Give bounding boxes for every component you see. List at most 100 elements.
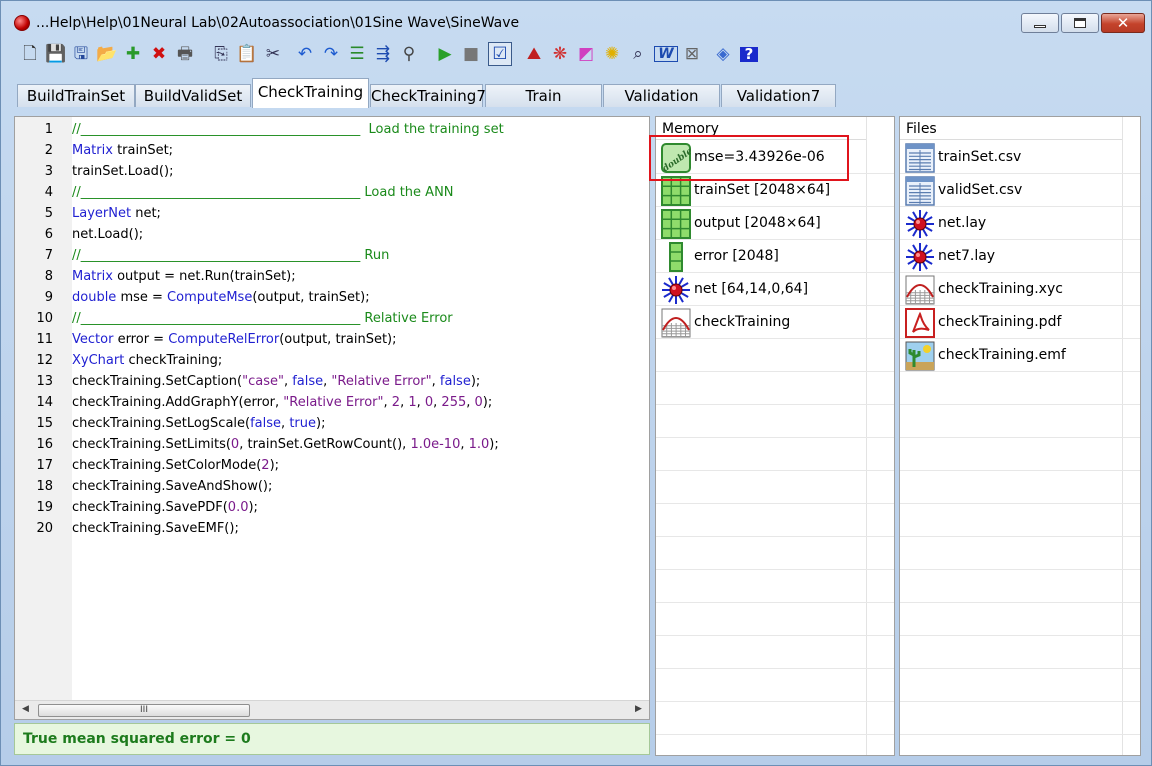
save-icon: 💾: [45, 43, 67, 64]
copy-button[interactable]: ⎘: [209, 42, 233, 66]
code-line[interactable]: checkTraining.SavePDF(0.0);: [72, 500, 258, 515]
close-doc-button[interactable]: ⊠: [680, 42, 704, 66]
code-token: LayerNet: [72, 206, 132, 221]
empty-row: [656, 669, 894, 702]
word-button[interactable]: W: [654, 42, 678, 66]
add-button[interactable]: ✚: [121, 42, 145, 66]
memory-item[interactable]: error [2048]: [656, 240, 894, 273]
tab-validation[interactable]: Validation: [603, 84, 720, 107]
code-line[interactable]: //______________________________________…: [72, 311, 453, 326]
scroll-right-icon[interactable]: ▶: [635, 704, 642, 714]
scroll-left-icon[interactable]: ◀: [22, 704, 29, 714]
rainbow-button[interactable]: ◩: [574, 42, 598, 66]
file-item[interactable]: validSet.csv: [900, 174, 1140, 207]
tab-buildvalidset[interactable]: BuildValidSet: [135, 84, 251, 107]
lightbulb-button[interactable]: ✺: [600, 42, 624, 66]
help-icon: ?: [739, 46, 759, 62]
delete-button[interactable]: ✖: [147, 42, 171, 66]
tab-train[interactable]: Train: [485, 84, 602, 107]
vector-icon: [661, 242, 691, 272]
code-line[interactable]: checkTraining.SetColorMode(2);: [72, 458, 279, 473]
code-line[interactable]: checkTraining.SaveAndShow();: [72, 479, 272, 494]
code-line[interactable]: checkTraining.SetLimits(0, trainSet.GetR…: [72, 437, 499, 452]
files-panel[interactable]: Files trainSet.csv validSet.csv net.lay net…: [899, 116, 1141, 756]
code-line[interactable]: Matrix trainSet;: [72, 143, 173, 158]
tab-checktraining7[interactable]: CheckTraining7: [370, 84, 486, 107]
format-icon: ☰: [349, 43, 365, 64]
book-button[interactable]: ◈: [711, 42, 735, 66]
code-token: );: [489, 437, 499, 452]
palette-button[interactable]: ❋: [548, 42, 572, 66]
file-item[interactable]: net.lay: [900, 207, 1140, 240]
paste-button[interactable]: 📋: [235, 42, 259, 66]
code-line[interactable]: LayerNet net;: [72, 206, 161, 221]
title-bar[interactable]: ...Help\Help\01Neural Lab\02Autoassociat…: [1, 1, 1151, 41]
highlight-box: [649, 135, 849, 181]
stop-button[interactable]: ■: [459, 42, 483, 66]
file-item[interactable]: net7.lay: [900, 240, 1140, 273]
item-label: output [2048×64]: [694, 215, 821, 231]
code-line[interactable]: checkTraining.SetCaption("case", false, …: [72, 374, 480, 389]
code-token: XyChart: [72, 353, 125, 368]
file-item[interactable]: checkTraining.xyc: [900, 273, 1140, 306]
code-line[interactable]: //______________________________________…: [72, 122, 504, 137]
format-button[interactable]: ☰: [345, 42, 369, 66]
code-line[interactable]: //______________________________________…: [72, 248, 389, 263]
code-editor[interactable]: 1 2 3 4 5 6 7 8 9 10 11 12 13 14 15 16 17 18 19 20 //______…: [14, 116, 650, 720]
item-label: trainSet.csv: [938, 149, 1022, 165]
chart-button[interactable]: ⛰: [522, 42, 546, 66]
file-item[interactable]: checkTraining.pdf: [900, 306, 1140, 339]
memory-panel[interactable]: Memory double mse=3.43926e-06 trainSet [20…: [655, 116, 895, 756]
code-line[interactable]: checkTraining.SetLogScale(false, true);: [72, 416, 325, 431]
preview-button[interactable]: ⌕: [626, 42, 650, 66]
rainbow-icon: ◩: [577, 43, 595, 64]
code-line[interactable]: Vector error = ComputeRelError(output, t…: [72, 332, 397, 347]
close-button[interactable]: ✕: [1101, 13, 1145, 33]
code-line[interactable]: checkTraining.SaveEMF();: [72, 521, 239, 536]
file-item[interactable]: trainSet.csv: [900, 141, 1140, 174]
code-line[interactable]: double mse = ComputeMse(output, trainSet…: [72, 290, 370, 305]
code-token: ,: [283, 374, 293, 389]
memory-item[interactable]: output [2048×64]: [656, 207, 894, 240]
close-icon: ✕: [1116, 14, 1130, 32]
code-line[interactable]: Matrix output = net.Run(trainSet);: [72, 269, 296, 284]
code-line[interactable]: trainSet.Load();: [72, 164, 173, 179]
scrollbar-thumb[interactable]: III: [38, 704, 250, 717]
memory-item[interactable]: net [64,14,0,64]: [656, 273, 894, 306]
line-number: 4: [44, 185, 53, 200]
check-button[interactable]: ☑: [488, 42, 512, 66]
maximize-button[interactable]: [1061, 13, 1099, 33]
open-folder-button[interactable]: 📂: [95, 42, 119, 66]
scrollbar-grip: III: [140, 705, 148, 715]
code-token: (output, trainSet);: [279, 332, 397, 347]
empty-row: [900, 669, 1140, 702]
code-token: );: [470, 374, 481, 389]
code-line[interactable]: //______________________________________…: [72, 185, 454, 200]
app-icon[interactable]: [14, 15, 30, 31]
memory-item[interactable]: checkTraining: [656, 306, 894, 339]
code-token: "case": [242, 374, 284, 389]
save-as-button[interactable]: 🖫: [69, 42, 93, 66]
empty-row: [656, 372, 894, 405]
code-line[interactable]: checkTraining.AddGraphY(error, "Relative…: [72, 395, 492, 410]
new-file-button[interactable]: 🗋: [18, 42, 42, 66]
help-button[interactable]: ?: [737, 42, 761, 66]
redo-button[interactable]: ↷: [319, 42, 343, 66]
code-line[interactable]: XyChart checkTraining;: [72, 353, 222, 368]
file-item[interactable]: checkTraining.emf: [900, 339, 1140, 372]
save-button[interactable]: 💾: [44, 42, 68, 66]
tab-buildtrainset[interactable]: BuildTrainSet: [17, 84, 135, 107]
tab-checktraining[interactable]: CheckTraining: [252, 78, 369, 108]
minimize-button[interactable]: [1021, 13, 1059, 33]
indent-button[interactable]: ⇶: [371, 42, 395, 66]
horizontal-scrollbar[interactable]: ◀ III ▶: [15, 700, 649, 719]
tab-validation7[interactable]: Validation7: [721, 84, 836, 107]
code-line[interactable]: net.Load();: [72, 227, 143, 242]
help-search-button[interactable]: ⚲: [397, 42, 421, 66]
cut-button[interactable]: ✂: [261, 42, 285, 66]
print-button[interactable]: 🖶: [173, 42, 197, 66]
run-button[interactable]: ▶: [433, 42, 457, 66]
indent-icon: ⇶: [375, 43, 391, 64]
undo-button[interactable]: ↶: [293, 42, 317, 66]
files-header[interactable]: Files: [900, 117, 1122, 140]
